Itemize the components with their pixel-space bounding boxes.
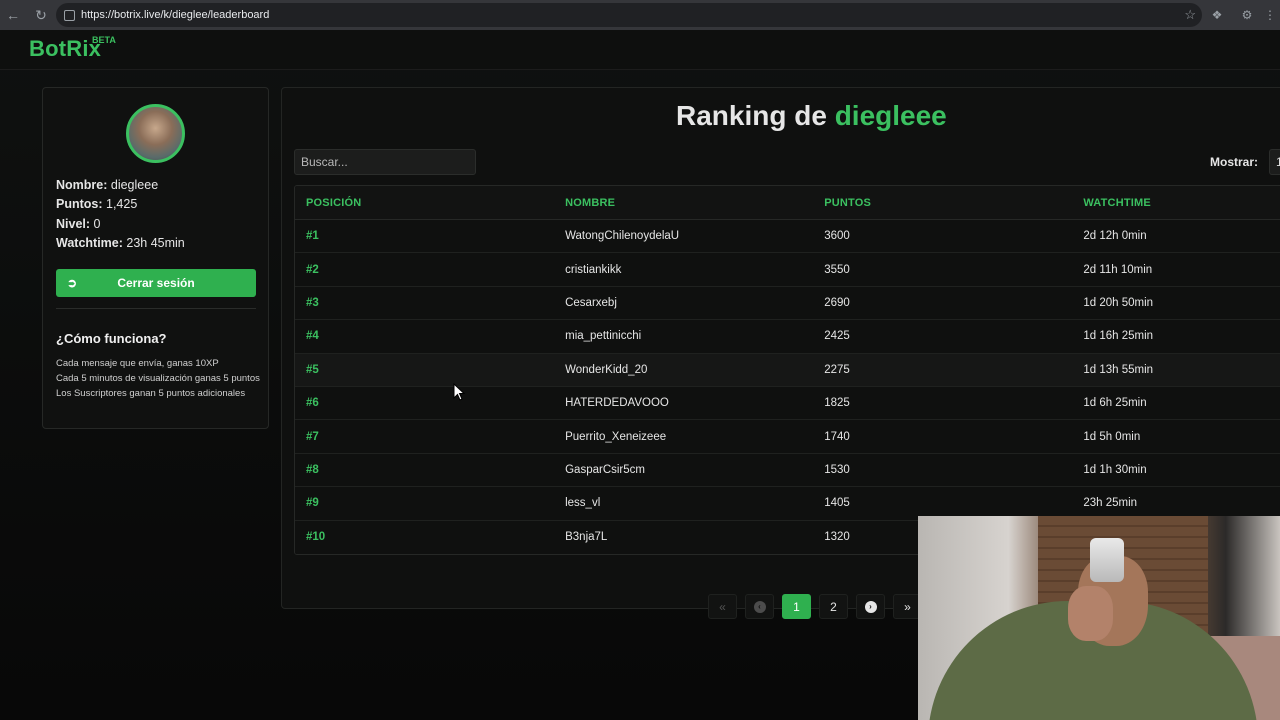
profile-card: Nombre: diegleee Puntos: 1,425 Nivel: 0 …	[42, 87, 269, 429]
row-name: B3nja7L	[565, 531, 608, 544]
back-icon[interactable]: ←	[0, 0, 26, 30]
first-page-button[interactable]: «	[708, 594, 737, 619]
row-name: WonderKidd_20	[565, 363, 648, 376]
row-name: less_vl	[565, 497, 601, 510]
row-position: #4	[306, 330, 319, 343]
browser-toolbar: ← ↻ https://botrix.live/k/dieglee/leader…	[0, 0, 1280, 30]
row-watchtime: 1d 6h 25min	[1083, 397, 1147, 410]
table-row: #2 cristiankikk 3550 2d 11h 10min	[295, 253, 1280, 287]
row-points: 2275	[824, 363, 850, 376]
row-name: cristiankikk	[565, 263, 622, 276]
pagination: « ‹ 1 2 › »	[708, 594, 922, 619]
row-points: 1405	[824, 497, 850, 510]
row-watchtime: 1d 5h 0min	[1083, 430, 1141, 443]
site-header: BotRix BETA	[0, 30, 1280, 70]
mouse-cursor-icon	[453, 382, 466, 401]
row-points: 2425	[824, 330, 850, 343]
row-position: #10	[306, 531, 326, 544]
row-watchtime: 1d 20h 50min	[1083, 296, 1154, 309]
row-points: 2690	[824, 296, 850, 309]
how-line: Cada 5 minutos de visualización ganas 5 …	[56, 373, 260, 384]
row-name: mia_pettinicchi	[565, 330, 642, 343]
row-position: #3	[306, 296, 319, 309]
table-row: #4 mia_pettinicchi 2425 1d 16h 25min	[295, 320, 1280, 354]
webcam-overlay	[918, 516, 1280, 720]
row-position: #1	[306, 230, 319, 243]
profile-nivel: Nivel: 0	[56, 217, 101, 231]
row-points: 1530	[824, 463, 850, 476]
row-position: #7	[306, 430, 319, 443]
row-name: Puerrito_Xeneizeee	[565, 430, 667, 443]
search-input[interactable]	[294, 149, 476, 175]
page-size-select[interactable]: 1	[1269, 149, 1280, 175]
prev-page-button[interactable]: ‹	[745, 594, 774, 619]
table-row: #5 WonderKidd_20 2275 1d 13h 55min	[295, 353, 1280, 387]
how-line: Cada mensaje que envía, ganas 10XP	[56, 358, 219, 369]
column-header-posicion[interactable]: POSICIÓN	[295, 197, 554, 209]
lock-icon	[64, 9, 75, 21]
row-watchtime: 23h 25min	[1083, 497, 1138, 510]
menu-icon[interactable]: ⋮	[1262, 7, 1278, 23]
row-points: 3600	[824, 230, 850, 243]
row-position: #9	[306, 497, 319, 510]
ranking-title: Ranking de diegleee	[676, 100, 947, 131]
row-watchtime: 1d 13h 55min	[1083, 363, 1154, 376]
table-row: #1 WatongChilenoydelaU 3600 2d 12h 0min	[295, 220, 1280, 254]
row-watchtime: 1d 16h 25min	[1083, 330, 1154, 343]
divider	[56, 308, 256, 309]
reload-icon[interactable]: ↻	[28, 0, 54, 30]
profile-puntos: Puntos: 1,425	[56, 197, 138, 211]
row-points: 3550	[824, 263, 850, 276]
table-row: #6 HATERDEDAVOOO 1825 1d 6h 25min	[295, 386, 1280, 421]
how-it-works-title: ¿Cómo funciona?	[56, 331, 167, 346]
extensions-icon[interactable]: ❖	[1209, 7, 1225, 23]
profile-sync-icon[interactable]: ⚙	[1239, 7, 1255, 23]
column-header-nombre[interactable]: NOMBRE	[554, 197, 813, 209]
leaderboard-table: POSICIÓN NOMBRE PUNTOS WATCHTIME #1 Wato…	[294, 185, 1280, 555]
how-line: Los Suscriptores ganan 5 puntos adiciona…	[56, 388, 246, 399]
row-watchtime: 2d 11h 10min	[1083, 263, 1153, 276]
table-row: #8 GasparCsir5cm 1530 1d 1h 30min	[295, 453, 1280, 488]
chevron-left-icon: ‹	[753, 600, 766, 613]
row-name: GasparCsir5cm	[565, 463, 645, 476]
row-name: Cesarxebj	[565, 296, 617, 309]
row-position: #8	[306, 463, 319, 476]
column-header-watchtime[interactable]: WATCHTIME	[1072, 197, 1280, 209]
url-text: https://botrix.live/k/dieglee/leaderboar…	[81, 9, 270, 21]
column-header-puntos[interactable]: PUNTOS	[813, 197, 1072, 209]
row-position: #2	[306, 263, 319, 276]
logout-button[interactable]: ➲ Cerrar sesión	[56, 269, 256, 297]
next-page-button[interactable]: ›	[856, 594, 885, 619]
chevron-right-icon: ›	[864, 600, 877, 613]
logout-label: Cerrar sesión	[117, 276, 195, 290]
mostrar-label: Mostrar:	[1210, 155, 1259, 169]
avatar	[126, 104, 185, 163]
profile-nombre: Nombre: diegleee	[56, 178, 159, 192]
page-button-2[interactable]: 2	[819, 594, 848, 619]
row-name: WatongChilenoydelaU	[565, 230, 680, 243]
address-bar[interactable]: https://botrix.live/k/dieglee/leaderboar…	[56, 3, 1202, 27]
logo[interactable]: BotRix	[29, 36, 101, 62]
row-points: 1825	[824, 397, 850, 410]
profile-watchtime: Watchtime: 23h 45min	[56, 236, 185, 250]
sign-out-icon: ➲	[67, 276, 78, 290]
webcam-person-hand	[1068, 586, 1113, 641]
table-header: POSICIÓN NOMBRE PUNTOS WATCHTIME	[295, 186, 1280, 220]
row-position: #6	[306, 397, 319, 410]
row-position: #5	[306, 363, 319, 376]
beta-badge: BETA	[92, 35, 116, 45]
webcam-cup	[1090, 538, 1124, 582]
table-row: #3 Cesarxebj 2690 1d 20h 50min	[295, 286, 1280, 321]
row-watchtime: 1d 1h 30min	[1083, 463, 1147, 476]
table-row: #7 Puerrito_Xeneizeee 1740 1d 5h 0min	[295, 420, 1280, 454]
row-watchtime: 2d 12h 0min	[1083, 230, 1147, 243]
row-name: HATERDEDAVOOO	[565, 397, 669, 410]
page-button-1[interactable]: 1	[782, 594, 811, 619]
row-points: 1740	[824, 430, 850, 443]
bookmark-star-icon[interactable]: ☆	[1184, 7, 1196, 23]
